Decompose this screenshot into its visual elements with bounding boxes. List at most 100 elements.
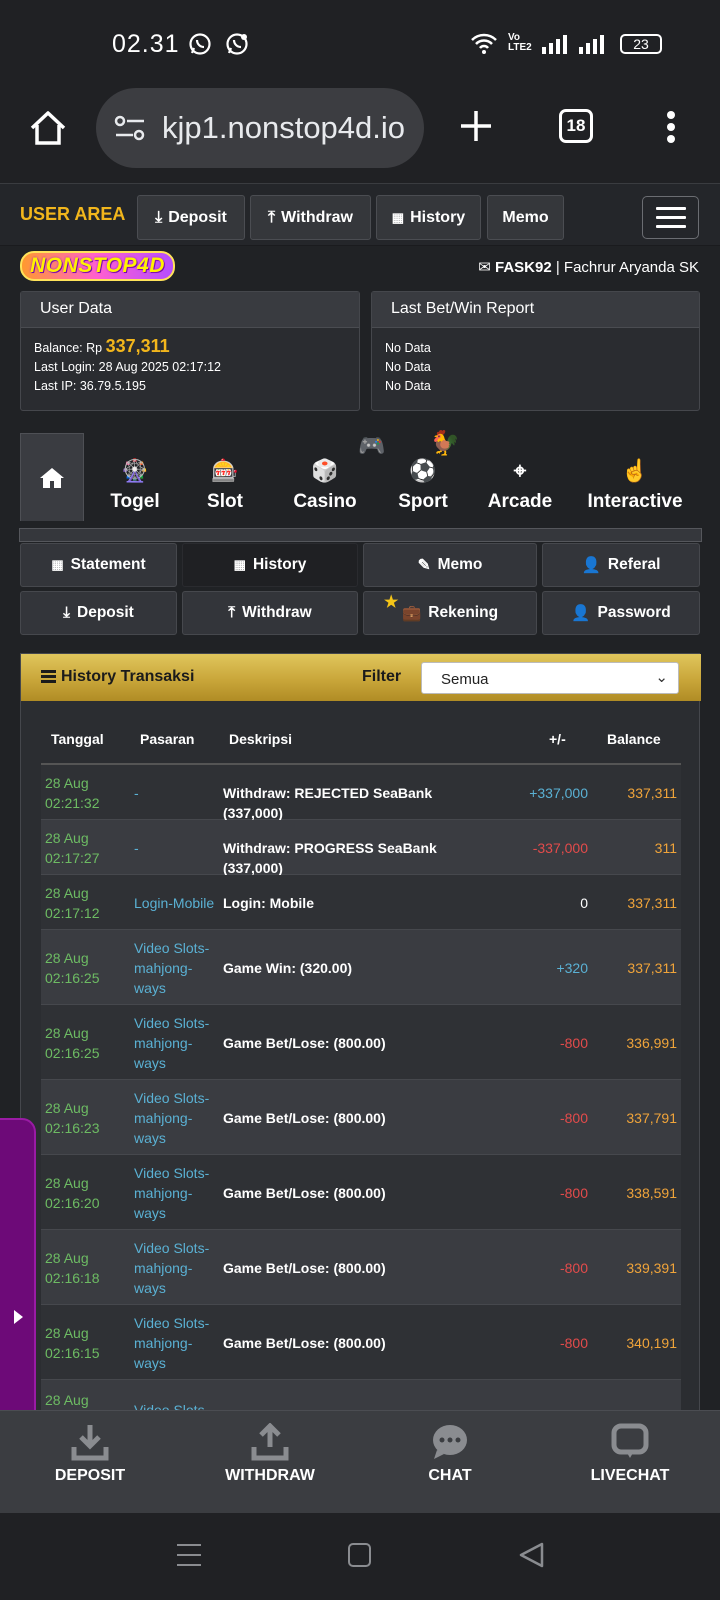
category-togel[interactable]: 🎡 Togel bbox=[90, 433, 180, 521]
user-fullname: Fachrur Aryanda SK bbox=[563, 259, 699, 276]
cell-balance: 340,191 bbox=[626, 1335, 677, 1351]
table-row: 28 Aug 02:17:27 - Withdraw: PROGRESS SeaBan… bbox=[41, 820, 681, 876]
rekening-button[interactable]: ★ 💼 Rekening bbox=[363, 591, 537, 635]
cell-pasaran: - bbox=[134, 840, 139, 856]
cell-balance: 336,991 bbox=[626, 1035, 677, 1051]
cell-amount: -800 bbox=[559, 1335, 588, 1351]
battery-icon: 23 bbox=[620, 34, 662, 54]
time-text: 02:16:15 bbox=[45, 1345, 100, 1361]
cell-description: Game Win: (320.00) bbox=[223, 960, 353, 976]
time-text: 02:16:20 bbox=[45, 1195, 100, 1211]
table-row: 28 Aug 02:21:32 - Withdraw: REJECTED SeaBan… bbox=[41, 765, 681, 821]
bet-report-panel: Last Bet/Win Report No Data No Data No D… bbox=[371, 291, 700, 411]
time-text: 02:16:25 bbox=[45, 1045, 100, 1061]
home-nav-icon[interactable] bbox=[348, 1543, 371, 1567]
bottom-deposit-button[interactable]: DEPOSIT bbox=[0, 1411, 180, 1514]
lottery-icon: 🎡 bbox=[121, 458, 149, 483]
withdraw-button[interactable]: ⤒ Withdraw bbox=[182, 591, 358, 635]
nav-memo-button[interactable]: Memo bbox=[487, 195, 564, 240]
cell-amount: 0 bbox=[580, 895, 588, 911]
cell-description: Withdraw: REJECTED SeaBank (337,000) bbox=[223, 785, 433, 821]
list-icon bbox=[41, 670, 56, 688]
date-text: 28 Aug bbox=[45, 950, 89, 966]
chat-icon bbox=[433, 1425, 467, 1459]
home-icon[interactable] bbox=[28, 108, 68, 153]
side-drawer-tab[interactable] bbox=[0, 1118, 36, 1410]
nav-deposit-button[interactable]: ⤓ Deposit bbox=[137, 195, 245, 240]
cell-pasaran: Video Slots-mahjong-ways bbox=[134, 1315, 210, 1371]
date-text: 28 Aug bbox=[45, 1392, 89, 1408]
recent-apps-icon[interactable] bbox=[176, 1543, 202, 1572]
bottom-withdraw-button[interactable]: WITHDRAW bbox=[180, 1411, 360, 1514]
col-tanggal: Tanggal bbox=[51, 731, 104, 747]
cell-pasaran: Video Slots-mahjong-ways bbox=[134, 1090, 210, 1146]
history-tab-button[interactable]: ▦ History bbox=[182, 543, 358, 587]
cell-date: 28 Aug 02:16:25 bbox=[45, 948, 100, 988]
memo-button[interactable]: ✎ Memo bbox=[363, 543, 537, 587]
clock: 02.31 bbox=[112, 30, 180, 58]
cell-description: Game Bet/Lose: (800.00) bbox=[223, 1035, 386, 1051]
date-text: 28 Aug bbox=[45, 775, 89, 791]
user-icon: 👤 bbox=[581, 556, 601, 574]
date-text: 28 Aug bbox=[45, 830, 89, 846]
user-icon: 👤 bbox=[571, 604, 591, 622]
history-header: History Transaksi Filter Semua ⌄ bbox=[21, 654, 701, 701]
more-menu-icon[interactable] bbox=[665, 110, 677, 149]
table-row: 28 Aug 02:16:18 Video Slots-mahjong-ways Ga… bbox=[41, 1230, 681, 1305]
bottom-livechat-button[interactable]: LIVECHAT bbox=[540, 1411, 720, 1514]
cell-amount: +337,000 bbox=[529, 785, 588, 801]
cell-amount: -800 bbox=[559, 1185, 588, 1201]
cell-date: 28 Aug 02:16:15 bbox=[45, 1323, 100, 1363]
password-button[interactable]: 👤 Password bbox=[542, 591, 700, 635]
cell-amount: +320 bbox=[556, 960, 588, 976]
back-icon[interactable] bbox=[518, 1542, 544, 1573]
site-settings-icon[interactable] bbox=[114, 114, 146, 147]
nav-withdraw-button[interactable]: ⤒ Withdraw bbox=[250, 195, 371, 240]
cell-amount: -800 bbox=[559, 1035, 588, 1051]
deposit-icon: ⤓ bbox=[155, 208, 163, 226]
cell-date: 28 Aug 02:21:32 bbox=[45, 773, 100, 813]
deposit-button[interactable]: ⤓ Deposit bbox=[20, 591, 177, 635]
filter-select[interactable]: Semua ⌄ bbox=[421, 662, 679, 694]
table-row: 28 Aug 02:16:23 Video Slots-mahjong-ways Ga… bbox=[41, 1080, 681, 1155]
tab-switcher-button[interactable]: 18 bbox=[559, 109, 593, 143]
referal-button[interactable]: 👤 Referal bbox=[542, 543, 700, 587]
site-content: USER AREA ⤓ Deposit ⤒ Withdraw ▦ History Me… bbox=[0, 183, 720, 1410]
new-tab-icon[interactable] bbox=[459, 109, 493, 148]
withdraw-icon: ⤒ bbox=[268, 208, 276, 226]
chevron-down-icon: ⌄ bbox=[655, 669, 668, 686]
cell-pasaran: Video Slots-mahjong-ways bbox=[134, 940, 210, 996]
address-bar[interactable]: kjp1.nonstop4d.io bbox=[96, 88, 424, 168]
url-text: kjp1.nonstop4d.io bbox=[162, 110, 406, 145]
category-tabs: 🎡 Togel 🎰 Slot 🎲 Casino ⚽ Sport 🎮 🐓 ⌖ Arcade … bbox=[20, 430, 700, 528]
date-text: 28 Aug bbox=[45, 1025, 89, 1041]
site-logo[interactable]: NONSTOP4D bbox=[20, 251, 175, 281]
category-slot[interactable]: 🎰 Slot bbox=[185, 433, 265, 521]
whatsapp-icon bbox=[188, 32, 212, 61]
date-text: 28 Aug bbox=[45, 1100, 89, 1116]
calendar-icon: ▦ bbox=[391, 209, 405, 225]
cell-date: 28 Aug 02:16:23 bbox=[45, 1098, 100, 1138]
cell-balance: 339,391 bbox=[626, 1260, 677, 1276]
col-deskripsi: Deskripsi bbox=[229, 731, 293, 747]
statement-button[interactable]: ▦ Statement bbox=[20, 543, 177, 587]
date-text: 28 Aug bbox=[45, 1175, 89, 1191]
crosshair-icon: ⌖ bbox=[513, 458, 527, 483]
col-balance: Balance bbox=[607, 731, 661, 747]
hamburger-menu-button[interactable] bbox=[642, 196, 699, 239]
time-text: 02:16:23 bbox=[45, 1120, 100, 1136]
cell-description: Game Bet/Lose: (800.00) bbox=[223, 1260, 386, 1276]
cell-balance: 337,311 bbox=[627, 785, 677, 801]
category-home-tab[interactable] bbox=[20, 433, 84, 521]
mail-icon[interactable]: ✉ bbox=[478, 259, 491, 276]
category-interactive[interactable]: ☝ Interactive bbox=[570, 433, 700, 521]
time-text: 02:17:12 bbox=[45, 905, 100, 921]
cell-amount: -800 bbox=[559, 1260, 588, 1276]
bottom-chat-button[interactable]: CHAT bbox=[360, 1411, 540, 1514]
bottom-action-bar: DEPOSIT WITHDRAW CHAT LIVECHAT bbox=[0, 1410, 720, 1513]
dice-icon: 🎲 bbox=[311, 458, 339, 483]
category-arcade[interactable]: ⌖ Arcade bbox=[470, 433, 570, 521]
livechat-icon bbox=[611, 1423, 649, 1458]
col-plusminus: +/- bbox=[549, 731, 566, 747]
nav-history-button[interactable]: ▦ History bbox=[376, 195, 481, 240]
